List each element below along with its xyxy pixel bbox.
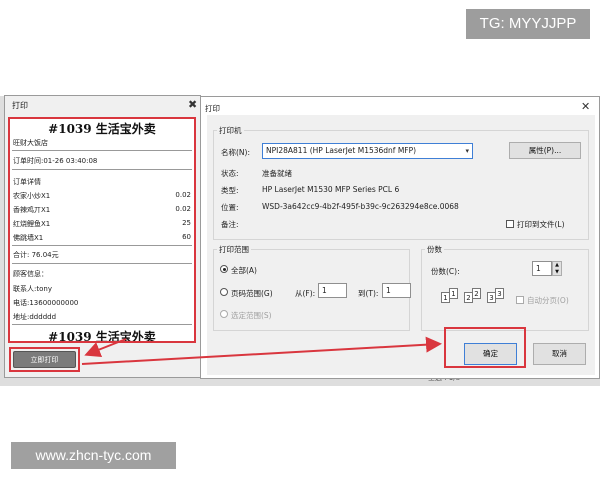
arrow-to-ok: [81, 336, 442, 365]
annotation-arrows: [81, 336, 442, 365]
arrow-to-print-now: [84, 338, 127, 358]
